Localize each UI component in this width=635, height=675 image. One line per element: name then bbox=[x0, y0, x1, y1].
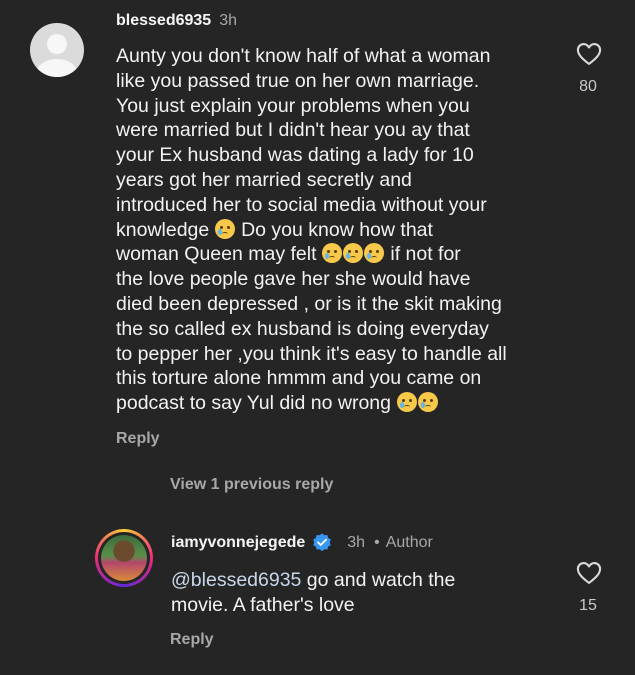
default-avatar-head bbox=[47, 34, 67, 54]
comment-header: blessed6935 3h bbox=[116, 12, 237, 30]
comment-line: introduced her to social media without y… bbox=[116, 193, 487, 216]
comment-line: knowledge Do you know how that bbox=[116, 218, 546, 243]
comment-line: years got her married secretly and bbox=[116, 168, 412, 191]
comment-line: movie. A father's love bbox=[171, 594, 355, 616]
username[interactable]: blessed6935 bbox=[116, 12, 211, 29]
avatar[interactable] bbox=[30, 23, 84, 77]
comment-fragment: woman Queen may felt bbox=[116, 243, 317, 266]
comment-line: were married but I didn't hear you ay th… bbox=[116, 119, 470, 142]
crying-face-icon bbox=[417, 392, 438, 413]
comment-fragment: podcast to say Yul did no wrong bbox=[116, 392, 391, 415]
like-count: 15 bbox=[579, 597, 597, 614]
profile-photo bbox=[101, 535, 147, 581]
comment-text: Aunty you don't know half of what a woma… bbox=[116, 44, 546, 416]
username[interactable]: iamyvonnejegede bbox=[171, 534, 305, 552]
comment-line: the love people gave her she would have bbox=[116, 268, 471, 291]
separator: • bbox=[374, 534, 380, 551]
comment-line: your Ex husband was dating a lady for 10 bbox=[116, 144, 474, 167]
crying-face-icon bbox=[396, 392, 417, 413]
crying-face-icon bbox=[215, 218, 236, 239]
comment-line: the so called ex husband is doing everyd… bbox=[116, 317, 489, 340]
timestamp: 3h bbox=[347, 534, 366, 551]
comment-line: woman Queen may felt if not for bbox=[116, 242, 546, 267]
comment-line: died been depressed , or is it the skit … bbox=[116, 292, 502, 315]
crying-face-icon bbox=[364, 243, 385, 264]
verified-badge-icon bbox=[313, 533, 332, 552]
avatar[interactable] bbox=[95, 529, 153, 587]
crying-face-icon bbox=[343, 243, 364, 264]
reply-button[interactable]: Reply bbox=[116, 430, 160, 448]
comment-line: podcast to say Yul did no wrong bbox=[116, 391, 546, 416]
comment-line: @blessed6935 go and watch the bbox=[171, 568, 511, 593]
like-count: 80 bbox=[579, 78, 597, 95]
crying-face-icon bbox=[322, 243, 343, 264]
comment-fragment: Do you know how that bbox=[235, 218, 433, 241]
timestamp: 3h bbox=[219, 12, 237, 29]
heart-icon[interactable] bbox=[574, 40, 604, 68]
comments-panel: blessed6935 3h Aunty you don't know half … bbox=[0, 0, 635, 675]
mention-link[interactable]: @blessed6935 bbox=[171, 569, 301, 591]
comment-text: @blessed6935 go and watch the movie. A f… bbox=[171, 568, 511, 618]
comment-fragment: go and watch the bbox=[301, 569, 456, 591]
comment-line: like you passed true on her own marriage… bbox=[116, 69, 480, 92]
view-previous-replies-button[interactable]: View 1 previous reply bbox=[170, 476, 333, 494]
comment-fragment: if not for bbox=[384, 243, 461, 266]
default-avatar-body bbox=[36, 59, 78, 77]
comment-line: to pepper her ,you think it's easy to ha… bbox=[116, 342, 507, 365]
comment-header: iamyvonnejegede 3h • Author bbox=[171, 532, 433, 554]
heart-icon[interactable] bbox=[574, 559, 604, 587]
comment-line: You just explain your problems when you bbox=[116, 94, 470, 117]
comment-fragment: knowledge bbox=[116, 218, 210, 241]
comment-line: Aunty you don't know half of what a woma… bbox=[116, 45, 491, 67]
reply-button[interactable]: Reply bbox=[170, 631, 214, 649]
author-label: Author bbox=[385, 534, 433, 551]
comment-line: this torture alone hmmm and you came on bbox=[116, 367, 482, 390]
